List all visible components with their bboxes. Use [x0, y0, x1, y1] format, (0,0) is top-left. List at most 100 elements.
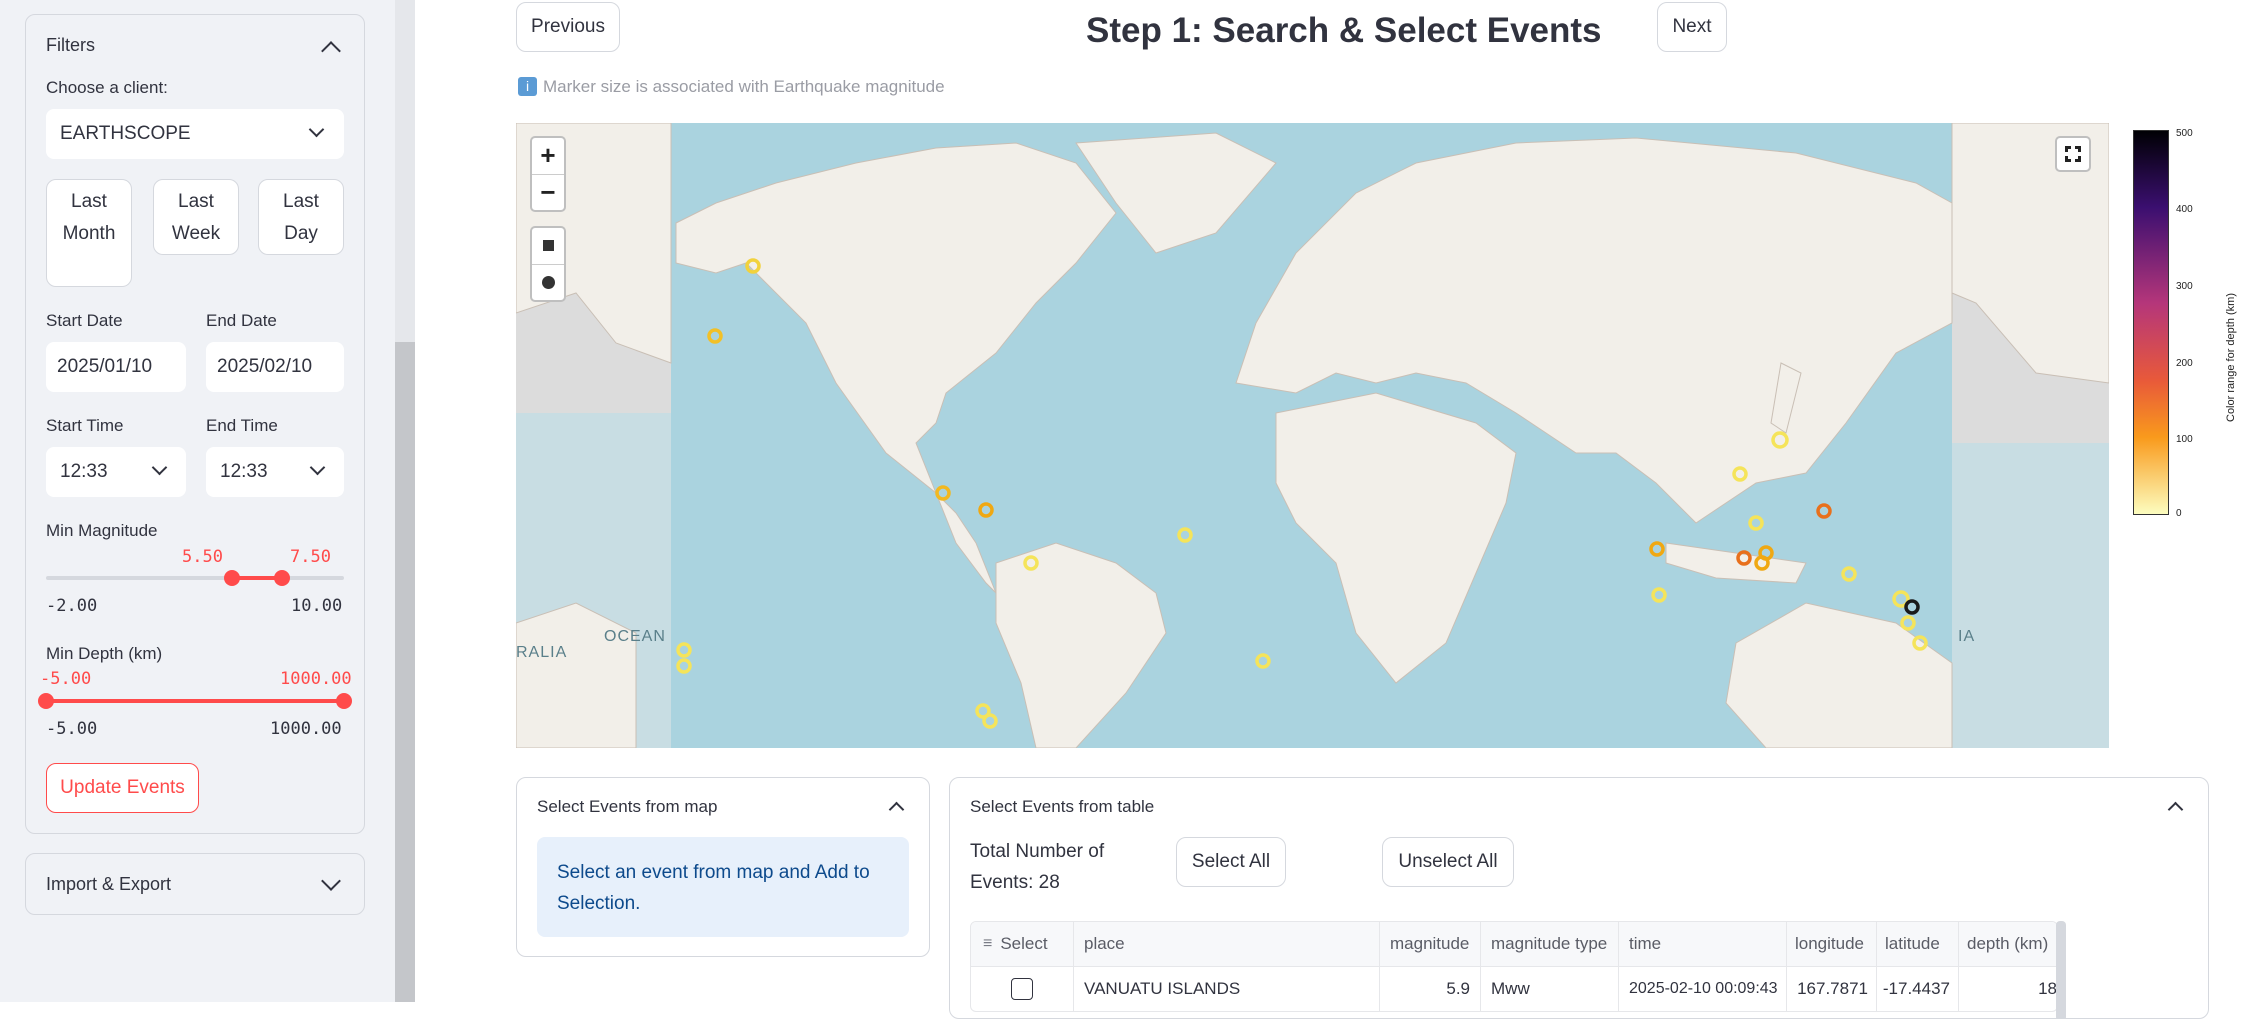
fullscreen-button[interactable]	[2055, 136, 2091, 172]
unselect-all-button[interactable]: Unselect All	[1382, 837, 1514, 887]
update-events-button[interactable]: Update Events	[46, 763, 199, 813]
event-marker[interactable]	[1177, 527, 1193, 543]
column-header-magnitude-type[interactable]: magnitude type	[1481, 922, 1619, 966]
import-export-expander[interactable]: Import & Export	[25, 853, 365, 915]
filters-title: Filters	[46, 35, 95, 55]
colorbar-tick: 400	[2176, 204, 2193, 215]
depth-min-label: -5.00	[46, 719, 98, 739]
zoom-out-button[interactable]: −	[532, 175, 564, 211]
depth-high-value: 1000.00	[280, 669, 352, 689]
event-marker[interactable]	[1841, 566, 1857, 582]
map-label-ia: IA	[1958, 628, 1976, 645]
sidebar-scrollbar-thumb[interactable]	[395, 342, 415, 1002]
start-date-value: 2025/01/10	[57, 356, 153, 377]
event-map[interactable]: + − OCEAN RALIA IA	[516, 123, 2109, 748]
row-checkbox[interactable]	[1011, 978, 1033, 1000]
next-button[interactable]: Next	[1657, 2, 1727, 52]
column-header-longitude[interactable]: longitude	[1787, 922, 1877, 966]
cell-place: VANUATU ISLANDS	[1074, 967, 1380, 1011]
column-header-time[interactable]: time	[1619, 922, 1787, 966]
cell-value: 18	[2038, 979, 2057, 998]
cell-value: VANUATU ISLANDS	[1084, 979, 1241, 998]
column-label: latitude	[1885, 934, 1940, 953]
column-header-depth[interactable]: depth (km)	[1959, 922, 2057, 966]
info-icon: i	[518, 77, 537, 96]
filters-header[interactable]: Filters	[26, 15, 364, 75]
map-draw-control	[530, 226, 566, 302]
event-marker[interactable]	[1651, 587, 1667, 603]
table-row[interactable]: VANUATU ISLANDS 5.9 Mww 2025-02-10 00:09…	[971, 967, 2057, 1011]
client-select[interactable]: EARTHSCOPE	[46, 109, 344, 159]
table-selection-panel: Select Events from table Total Number of…	[949, 777, 2209, 1019]
event-marker[interactable]	[1255, 653, 1271, 669]
last-week-label: Last Week	[171, 191, 221, 244]
chevron-down-icon	[308, 121, 325, 138]
colorbar-tick: 500	[2176, 128, 2193, 139]
depth-slider-high-handle[interactable]	[336, 693, 352, 709]
column-header-latitude[interactable]: latitude	[1877, 922, 1959, 966]
chevron-down-icon	[151, 459, 168, 476]
chevron-up-icon	[321, 41, 341, 61]
start-date-label: Start Date	[46, 311, 123, 330]
event-marker[interactable]	[707, 328, 723, 344]
event-marker[interactable]	[1816, 503, 1832, 519]
start-time-select[interactable]: 12:33	[46, 447, 186, 497]
end-time-select[interactable]: 12:33	[206, 447, 344, 497]
draw-rectangle-button[interactable]	[532, 228, 564, 265]
end-date-input[interactable]: 2025/02/10	[206, 342, 344, 392]
magnitude-slider-track[interactable]	[46, 576, 344, 580]
select-all-button[interactable]: Select All	[1176, 837, 1286, 887]
column-label: magnitude type	[1491, 934, 1608, 953]
event-marker[interactable]	[1900, 615, 1916, 631]
min-magnitude-label: Min Magnitude	[46, 521, 158, 540]
info-icon-glyph: i	[525, 78, 530, 94]
magnitude-max-label: 10.00	[291, 596, 343, 616]
cell-value: -17.4437	[1882, 979, 1950, 998]
client-select-value: EARTHSCOPE	[60, 123, 191, 144]
last-day-button[interactable]: Last Day	[258, 179, 344, 255]
table-selection-header[interactable]: Select Events from table	[950, 778, 2208, 836]
depth-slider-range[interactable]	[46, 699, 344, 703]
draw-circle-button[interactable]	[532, 265, 564, 301]
colorbar-title: Color range for depth (km)	[2225, 293, 2237, 422]
colorbar-tick: 200	[2176, 358, 2193, 369]
event-marker[interactable]	[1904, 599, 1920, 615]
cell-magnitude: 5.9	[1380, 967, 1481, 1011]
magnitude-slider-low-handle[interactable]	[224, 570, 240, 586]
column-header-magnitude[interactable]: magnitude	[1380, 922, 1481, 966]
end-time-value: 12:33	[220, 461, 268, 482]
column-header-select[interactable]: ≡ Select	[971, 922, 1074, 966]
cell-longitude: 167.7871	[1787, 967, 1877, 1011]
start-date-input[interactable]: 2025/01/10	[46, 342, 186, 392]
colorbar-tick: 100	[2176, 434, 2193, 445]
event-marker[interactable]	[935, 485, 951, 501]
event-marker[interactable]	[676, 642, 692, 658]
south-america-land	[995, 542, 1167, 748]
table-scrollbar[interactable]	[2056, 921, 2066, 1018]
map-selection-info: Select an event from map and Add to Sele…	[537, 837, 909, 937]
previous-button[interactable]: Previous	[516, 2, 620, 52]
column-header-place[interactable]: place	[1074, 922, 1380, 966]
column-label: place	[1084, 934, 1125, 953]
indonesia-land	[1665, 542, 1807, 584]
last-week-button[interactable]: Last Week	[153, 179, 239, 255]
map-selection-header[interactable]: Select Events from map	[517, 778, 929, 836]
events-table: ≡ Select place magnitude magnitude type …	[970, 921, 2058, 1012]
event-marker[interactable]	[1649, 541, 1665, 557]
colorbar-tick: 300	[2176, 281, 2193, 292]
zoom-out-icon: −	[540, 177, 556, 207]
page-title: Step 1: Search & Select Events	[1086, 11, 1602, 50]
cell-value: 167.7871	[1797, 979, 1868, 998]
magnitude-slider-high-handle[interactable]	[274, 570, 290, 586]
next-label: Next	[1672, 16, 1712, 37]
event-marker[interactable]	[676, 658, 692, 674]
map-zoom-control: + −	[530, 136, 566, 212]
event-marker[interactable]	[1748, 515, 1764, 531]
depth-slider-low-handle[interactable]	[38, 693, 54, 709]
depth-colorbar: 500 400 300 200 100 0 Color range for de…	[2131, 128, 2250, 519]
event-marker[interactable]	[978, 502, 994, 518]
last-month-button[interactable]: Last Month	[46, 179, 132, 287]
fullscreen-icon-gap-v	[2063, 152, 2083, 156]
zoom-in-button[interactable]: +	[532, 138, 564, 175]
event-marker[interactable]	[982, 713, 998, 729]
